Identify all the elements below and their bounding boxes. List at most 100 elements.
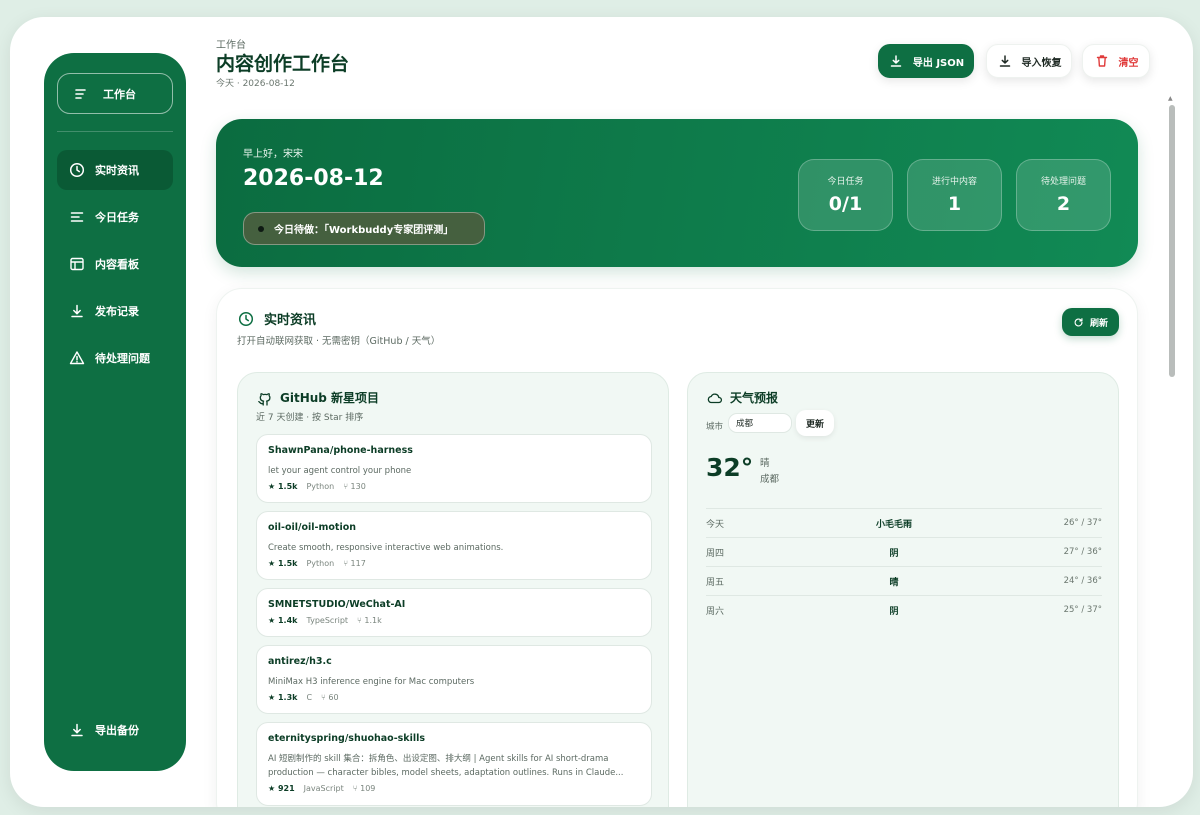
page-date: 今天 · 2026-08-12 bbox=[216, 79, 295, 89]
city-input[interactable]: 成都 bbox=[728, 413, 792, 433]
sidebar-item-label: 今日任务 bbox=[95, 211, 139, 224]
refresh-button[interactable]: 刷新 bbox=[1062, 308, 1119, 336]
stat-label: 今日任务 bbox=[827, 177, 864, 187]
forecast-condition: 晴 bbox=[889, 577, 899, 588]
weather-title-text: 天气预报 bbox=[730, 391, 779, 405]
repo-item[interactable]: ShawnPana/phone-harness let your agent c… bbox=[256, 434, 652, 503]
stat-today-tasks: 今日任务 0/1 bbox=[798, 159, 893, 231]
sidebar-item-label: 实时资讯 bbox=[95, 164, 139, 177]
forecast-row: 今天 小毛毛雨 26° / 37° bbox=[706, 508, 1102, 537]
import-restore-label: 导入恢复 bbox=[1021, 57, 1062, 69]
repo-desc: let your agent control your phone bbox=[268, 466, 412, 476]
clock-icon bbox=[68, 162, 85, 179]
repo-meta: ★ 921 JavaScript ⑂ 109 bbox=[268, 784, 640, 793]
sidebar-export-backup[interactable]: 导出备份 bbox=[57, 710, 173, 750]
repo-stars: ★ 921 bbox=[268, 784, 295, 793]
repo-stars: ★ 1.5k bbox=[268, 482, 298, 491]
repo-meta: ★ 1.5k Python ⑂ 117 bbox=[268, 559, 640, 568]
github-subtitle: 近 7 天创建 · 按 Star 排序 bbox=[256, 413, 364, 423]
repo-item[interactable]: antirez/h3.c MiniMax H3 inference engine… bbox=[256, 645, 652, 714]
sidebar-item-news[interactable]: 实时资讯 bbox=[57, 150, 173, 190]
repo-name[interactable]: eternityspring/shuohao-skills bbox=[268, 733, 640, 744]
github-card: GitHub 新星项目 近 7 天创建 · 按 Star 排序 ShawnPan… bbox=[237, 372, 669, 807]
city-label: 城市 bbox=[706, 422, 724, 432]
github-title-text: GitHub 新星项目 bbox=[280, 391, 380, 405]
greeting: 早上好，宋宋 bbox=[243, 149, 303, 160]
lines-icon bbox=[68, 209, 85, 226]
repo-item[interactable]: eternityspring/shuohao-skills AI 短剧制作的 s… bbox=[256, 722, 652, 806]
repo-item[interactable]: SMNETSTUDIO/WeChat-AI ★ 1.4k TypeScript … bbox=[256, 588, 652, 637]
sidebar-brand-button[interactable]: 工作台 bbox=[57, 73, 173, 114]
sidebar-item-board[interactable]: 内容看板 bbox=[57, 244, 173, 284]
forecast-day: 周四 bbox=[706, 548, 725, 559]
clear-label: 清空 bbox=[1118, 57, 1139, 69]
forecast-row: 周四 阴 27° / 36° bbox=[706, 537, 1102, 566]
sidebar-item-publish[interactable]: 发布记录 bbox=[57, 291, 173, 331]
page-title: 内容创作工作台 bbox=[216, 53, 350, 75]
sidebar-item-label: 发布记录 bbox=[95, 305, 139, 318]
forecast-row: 周六 阴 25° / 37° bbox=[706, 595, 1102, 624]
repo-item[interactable]: oil-oil/oil-motion Create smooth, respon… bbox=[256, 511, 652, 580]
hero-banner: 早上好，宋宋 2026-08-12 今日待做：「Workbuddy专家团评测」 … bbox=[216, 119, 1138, 267]
current-city: 成都 bbox=[760, 474, 780, 485]
github-card-title: GitHub 新星项目 bbox=[256, 389, 379, 406]
stat-label: 进行中内容 bbox=[931, 177, 977, 187]
news-panel: 实时资讯 打开自动联网获取 · 无需密钥（GitHub / 天气） 刷新 Git… bbox=[216, 288, 1138, 807]
repo-language: JavaScript bbox=[303, 784, 344, 793]
forecast-range: 25° / 37° bbox=[1063, 605, 1102, 615]
export-json-label: 导出 JSON bbox=[912, 57, 965, 69]
repo-desc: Create smooth, responsive interactive we… bbox=[268, 543, 504, 553]
update-weather-button[interactable]: 更新 bbox=[796, 410, 834, 436]
forecast-day: 周六 bbox=[706, 606, 725, 617]
scroll-up-arrow-icon[interactable]: ▲ bbox=[1168, 95, 1173, 102]
scrollbar-thumb[interactable] bbox=[1169, 105, 1175, 377]
cloud-icon bbox=[706, 389, 723, 406]
forecast-day: 今天 bbox=[706, 519, 725, 530]
sidebar-item-issues[interactable]: 待处理问题 bbox=[57, 338, 173, 378]
sidebar-item-tasks[interactable]: 今日任务 bbox=[57, 197, 173, 237]
stat-in-progress: 进行中内容 1 bbox=[907, 159, 1002, 231]
weather-card: 天气预报 城市 成都 更新 32° 晴 成都 今天 小毛毛雨 26° / 37°… bbox=[687, 372, 1119, 807]
github-icon bbox=[256, 389, 273, 406]
import-restore-button[interactable]: 导入恢复 bbox=[986, 44, 1072, 78]
sidebar-item-label: 待处理问题 bbox=[95, 352, 150, 365]
current-temperature: 32° bbox=[706, 453, 754, 482]
repo-desc: MiniMax H3 inference engine for Mac comp… bbox=[268, 677, 475, 687]
repo-name[interactable]: SMNETSTUDIO/WeChat-AI bbox=[268, 599, 640, 610]
sidebar-brand-label: 工作台 bbox=[103, 87, 136, 101]
repo-language: TypeScript bbox=[306, 616, 349, 625]
forecast-range: 24° / 36° bbox=[1063, 576, 1102, 586]
repo-stars: ★ 1.5k bbox=[268, 559, 298, 568]
stat-value: 2 bbox=[1056, 193, 1071, 215]
current-condition: 晴 bbox=[760, 458, 770, 469]
layout-icon bbox=[68, 256, 85, 273]
repo-stars: ★ 1.3k bbox=[268, 693, 298, 702]
sidebar-item-label: 内容看板 bbox=[95, 258, 139, 271]
repo-name[interactable]: ShawnPana/phone-harness bbox=[268, 445, 640, 456]
refresh-icon bbox=[1073, 316, 1085, 328]
repo-language: Python bbox=[306, 482, 335, 491]
repo-forks: ⑂ 1.1k bbox=[357, 616, 382, 625]
repo-meta: ★ 1.4k TypeScript ⑂ 1.1k bbox=[268, 616, 640, 625]
clock-icon bbox=[237, 310, 254, 327]
repo-forks: ⑂ 117 bbox=[343, 559, 366, 568]
weather-card-title: 天气预报 bbox=[706, 389, 778, 406]
clear-button[interactable]: 清空 bbox=[1082, 44, 1150, 78]
stat-value: 0/1 bbox=[828, 193, 863, 215]
repo-forks: ⑂ 109 bbox=[352, 784, 376, 793]
repo-name[interactable]: antirez/h3.c bbox=[268, 656, 640, 667]
repo-name[interactable]: oil-oil/oil-motion bbox=[268, 522, 640, 533]
sidebar-divider bbox=[57, 131, 173, 132]
stat-value: 1 bbox=[947, 193, 962, 215]
sidebar: 工作台 实时资讯 今日任务 内容看板 发布记录 待处理问题 导出备份 bbox=[44, 53, 186, 771]
forecast-condition: 小毛毛雨 bbox=[875, 519, 912, 530]
repo-language: C bbox=[306, 693, 313, 702]
stat-label: 待处理问题 bbox=[1040, 177, 1086, 187]
bullet-dot-icon bbox=[258, 225, 264, 232]
sidebar-footer-label: 导出备份 bbox=[95, 724, 139, 737]
warning-icon bbox=[68, 350, 85, 367]
trash-icon bbox=[1094, 53, 1111, 70]
today-todo-chip[interactable]: 今日待做：「Workbuddy专家团评测」 bbox=[243, 212, 485, 245]
app-window: 工作台 实时资讯 今日任务 内容看板 发布记录 待处理问题 导出备份 工作台 内… bbox=[10, 17, 1193, 807]
export-json-button[interactable]: 导出 JSON bbox=[878, 44, 974, 78]
